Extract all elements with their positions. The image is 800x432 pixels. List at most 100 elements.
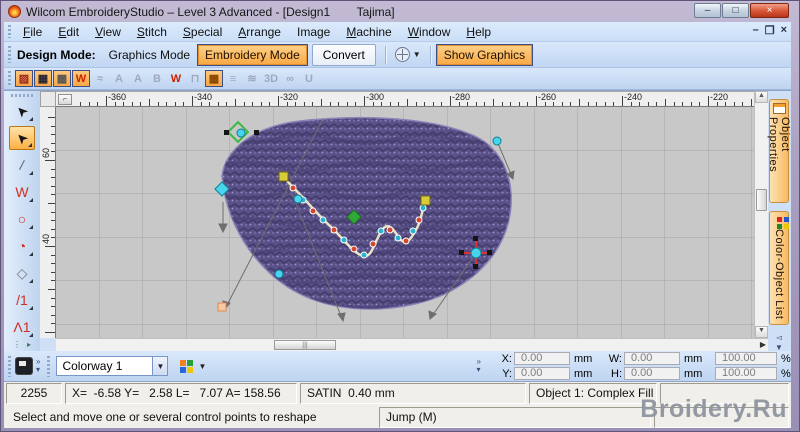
unit-label: mm [684, 367, 703, 380]
scale-w-field[interactable]: 100.00 [715, 352, 777, 365]
step-stitch-icon[interactable]: ≈ [91, 70, 109, 87]
stitch-type: SATIN 0.40 mm [300, 383, 526, 404]
embroidery-mode-button[interactable]: Embroidery Mode [197, 43, 308, 66]
toolbar-grip[interactable] [8, 24, 11, 39]
menu-window[interactable]: Window [400, 24, 459, 40]
freehand-tool[interactable]: W [9, 180, 35, 204]
mdi-minimize-button[interactable]: – [753, 24, 759, 37]
y-field[interactable]: 0.00 [514, 367, 570, 380]
toolbar-grip[interactable] [47, 355, 51, 377]
scale-h-field[interactable]: 100.00 [715, 367, 777, 380]
toolbar-grip[interactable] [11, 94, 33, 97]
tab-color-object-list[interactable]: Color-Object List [769, 211, 789, 325]
mdi-close-button[interactable]: × [781, 24, 787, 37]
tab-label: Object Properties [767, 117, 791, 173]
mdi-restore-button[interactable]: ❐ [765, 24, 775, 37]
zigzag-fill-icon[interactable]: W [72, 70, 90, 87]
h-field[interactable]: 0.00 [624, 367, 680, 380]
pattern-fill-icon[interactable]: ▩ [205, 70, 223, 87]
overflow-button[interactable]: » ▾ [477, 358, 481, 374]
ruler-tick [131, 102, 133, 106]
menu-image[interactable]: Image [289, 24, 338, 40]
menu-special[interactable]: Special [175, 24, 230, 40]
reshape-tool-icon: ➤ [11, 128, 32, 149]
app-flame-icon [8, 5, 21, 18]
select-tool[interactable]: ➤ [9, 99, 35, 123]
chevron-down-icon[interactable]: ▼ [152, 357, 168, 375]
show-graphics-button[interactable]: Show Graphics [435, 43, 534, 66]
chevron-down-icon[interactable]: ▼ [198, 362, 206, 371]
maximize-button[interactable]: □ [722, 3, 749, 18]
ruler-tick [45, 246, 55, 247]
scroll-right-icon[interactable]: ▶ [760, 340, 766, 349]
square-wave-icon[interactable]: ⊓ [186, 70, 204, 87]
colorway-combobox[interactable]: Colorway 1 ▼ [56, 356, 169, 376]
vscroll-thumb[interactable] [756, 189, 767, 211]
menu-arrange[interactable]: Arrange [230, 24, 289, 40]
effect-3d-icon[interactable]: 3D [262, 70, 280, 87]
ruler-tick [278, 96, 279, 106]
ruler-tick [708, 96, 709, 106]
graphics-mode-button[interactable]: Graphics Mode [102, 45, 197, 65]
knife-tool[interactable]: / [9, 153, 35, 177]
toolbar-grip[interactable] [8, 71, 11, 86]
menu-stitch[interactable]: Stitch [129, 24, 175, 40]
tatami-fill-icon[interactable]: ▦ [34, 70, 52, 87]
hatch-fill-icon[interactable]: ≋ [243, 70, 261, 87]
vertical-scrollbar[interactable]: ▲ ▼ [754, 91, 768, 338]
horizontal-scrollbar[interactable]: ||| ▶ [56, 338, 768, 351]
toolbar-grip[interactable] [8, 355, 11, 377]
palette-scroll[interactable]: ⋮ ▸ [13, 340, 31, 349]
open-line-tool[interactable]: /1 [9, 288, 35, 312]
menu-file[interactable]: File [15, 24, 50, 40]
tab-object-properties[interactable]: Object Properties [767, 99, 791, 203]
ruler-tick [51, 280, 55, 282]
scroll-down-icon[interactable]: ▼ [755, 326, 768, 338]
hoop-globe-button[interactable]: ▼ [391, 45, 425, 64]
chevron-down-icon[interactable]: ▼ [413, 50, 421, 59]
background-disk-icon[interactable] [15, 357, 33, 375]
colorway-palette-icon[interactable] [180, 360, 187, 366]
menu-view[interactable]: View [87, 24, 129, 40]
workspace: ➤ ➤ / W ○ ◔ ◇ /1 Λ1 ⋮ ▸ ⌐ -360 -340 -320 -300 -280 -26… [4, 90, 791, 353]
toolbar-grip[interactable] [8, 45, 11, 64]
design-canvas[interactable] [56, 107, 756, 339]
node-cyan [236, 128, 246, 138]
ruler-tick [217, 102, 219, 106]
satin-fill-icon[interactable]: ▨ [15, 70, 33, 87]
menu-edit[interactable]: Edit [50, 24, 87, 40]
ruler-tick [51, 142, 55, 144]
minimize-button[interactable]: – [694, 3, 721, 18]
x-field[interactable]: 0.00 [514, 352, 570, 365]
menu-machine[interactable]: Machine [338, 24, 399, 40]
close-button[interactable]: × [750, 3, 789, 18]
motif-fill-icon[interactable]: ▩ [53, 70, 71, 87]
circle-arc-tool[interactable]: ◔ [9, 234, 35, 258]
contour-lines-icon[interactable]: ≡ [224, 70, 242, 87]
trophy-icon[interactable]: U [300, 70, 318, 87]
reshape-tool[interactable]: ➤ [9, 126, 35, 150]
stitch-toolbar: ▨ ▦ ▩ W ≈ A A B W ⊓ ▩ ≡ ≋ 3D ∞ U [4, 68, 791, 90]
closed-object-tool[interactable]: ○ [9, 207, 35, 231]
wave-stitch-icon[interactable]: W [167, 70, 185, 87]
complex-fill-tool[interactable]: ◇ [9, 261, 35, 285]
convert-button[interactable]: Convert [311, 43, 376, 66]
glasses-icon[interactable]: ∞ [281, 70, 299, 87]
ruler-tick [88, 102, 90, 106]
ruler-origin-button[interactable]: ⌐ [58, 94, 72, 105]
titlebar[interactable]: Wilcom EmbroideryStudio – Level 3 Advanc… [4, 1, 791, 22]
closed-line-tool[interactable]: Λ1 [9, 315, 35, 339]
node-cyan [293, 194, 303, 204]
ruler-tick [51, 306, 55, 308]
fractal-fill-a-icon[interactable]: A [110, 70, 128, 87]
ruler-label: -260 [538, 92, 557, 102]
ruler-label: -320 [280, 92, 299, 102]
fractal-fill-b-icon[interactable]: A [129, 70, 147, 87]
overflow-button[interactable]: » ▾ [36, 358, 40, 374]
flourish-fill-icon[interactable]: B [148, 70, 166, 87]
menu-help[interactable]: Help [458, 24, 499, 40]
w-field[interactable]: 0.00 [624, 352, 680, 365]
scroll-up-icon[interactable]: ▲ [755, 91, 768, 103]
hscroll-thumb[interactable]: ||| [274, 340, 336, 350]
dock-arrows[interactable]: ◅ ▼ [770, 333, 788, 353]
